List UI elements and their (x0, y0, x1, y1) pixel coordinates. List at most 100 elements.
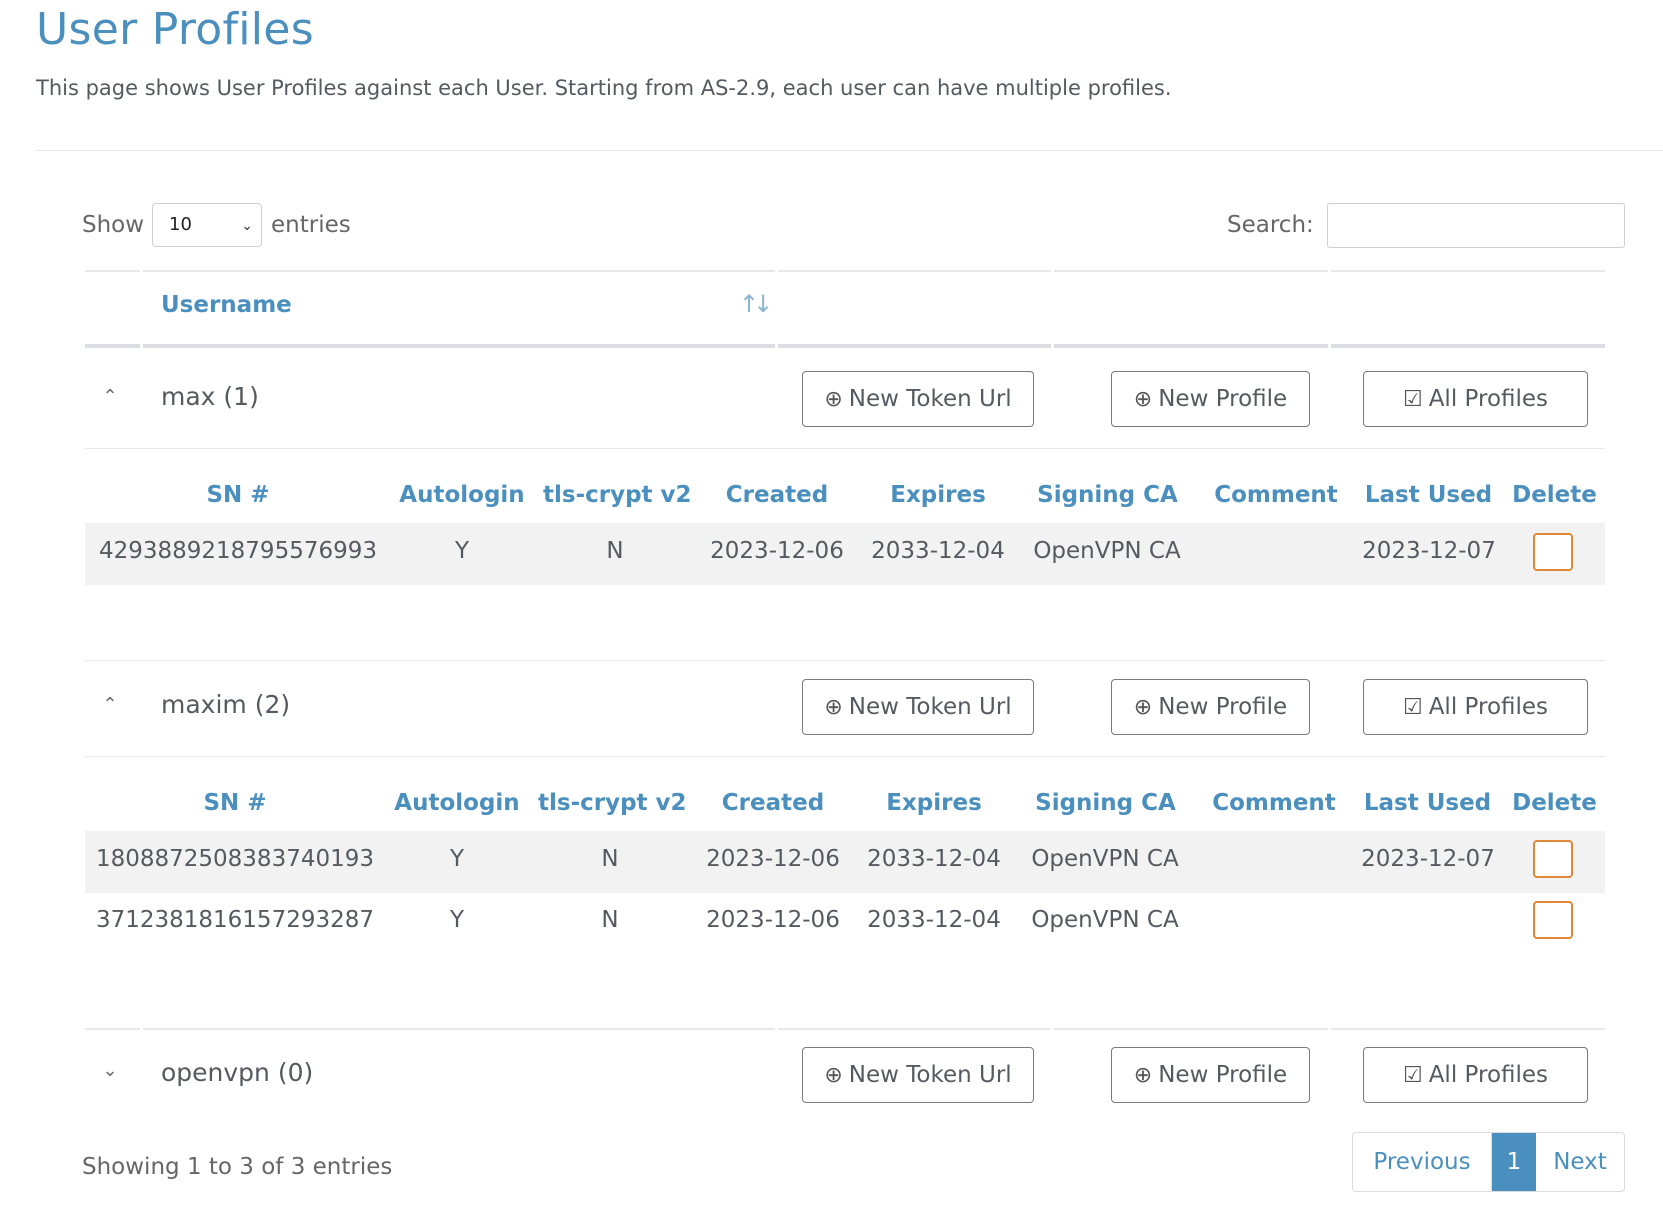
sort-icon[interactable]: ↑↓ (739, 290, 773, 318)
group-username: openvpn (0) (161, 1058, 314, 1087)
expires-cell: 2033-12-04 (867, 846, 1001, 872)
page-size-select[interactable]: 10 ⌄ (152, 203, 262, 247)
all-profiles-button[interactable]: ☑ All Profiles (1363, 679, 1588, 735)
row-divider (778, 1028, 1051, 1030)
caret-up-icon[interactable]: ⌃ (98, 386, 122, 407)
caret-down-icon[interactable]: ⌄ (98, 1060, 122, 1081)
last-used-cell: 2023-12-07 (1361, 846, 1495, 872)
row-divider (1331, 1028, 1605, 1030)
expires-cell: 2033-12-04 (867, 907, 1001, 933)
check-square-icon: ☑ (1402, 1062, 1423, 1088)
plus-circle-icon: ⊕ (1133, 1062, 1153, 1088)
delete-checkbox[interactable] (1533, 533, 1573, 571)
plus-circle-icon: ⊕ (824, 694, 843, 720)
sn-header: SN # (206, 482, 270, 508)
plus-circle-icon: ⊕ (824, 1062, 843, 1088)
caret-up-icon[interactable]: ⌃ (98, 694, 122, 715)
divider (36, 150, 1663, 151)
created-header: Created (725, 482, 829, 508)
expires-cell: 2033-12-04 (871, 538, 1005, 564)
check-square-icon: ☑ (1402, 694, 1423, 720)
last-used-header: Last Used (1364, 482, 1493, 508)
plus-circle-icon: ⊕ (824, 386, 843, 412)
all-profiles-button[interactable]: ☑ All Profiles (1363, 1047, 1588, 1103)
new-token-url-label: New Token Url (848, 1062, 1012, 1088)
delete-checkbox[interactable] (1533, 840, 1573, 878)
signing-ca-cell: OpenVPN CA (1033, 538, 1181, 564)
username-column-header[interactable]: Username (161, 292, 292, 318)
new-profile-button[interactable]: ⊕ New Profile (1111, 679, 1310, 735)
expires-header: Expires (890, 482, 986, 508)
row-divider (85, 756, 1605, 757)
sn-cell: 1808872508383740193 (95, 846, 375, 872)
header-bottom-border (1331, 344, 1605, 348)
sn-header: SN # (203, 790, 267, 816)
all-profiles-label: All Profiles (1428, 386, 1549, 412)
plus-circle-icon: ⊕ (1133, 386, 1153, 412)
autologin-cell: Y (449, 907, 465, 933)
new-profile-label: New Profile (1158, 386, 1288, 412)
plus-circle-icon: ⊕ (1133, 694, 1153, 720)
all-profiles-button[interactable]: ☑ All Profiles (1363, 371, 1588, 427)
row-divider (85, 660, 1605, 661)
new-profile-label: New Profile (1158, 1062, 1288, 1088)
group-username: maxim (2) (161, 690, 291, 719)
entries-label: entries (271, 212, 351, 238)
all-profiles-label: All Profiles (1428, 1062, 1549, 1088)
header-bottom-border (1054, 344, 1328, 348)
tls-crypt-header: tls-crypt v2 (543, 482, 692, 508)
signing-ca-header: Signing CA (1037, 482, 1178, 508)
sn-cell: 4293889218795576993 (98, 538, 378, 564)
row-divider (1054, 1028, 1328, 1030)
new-token-url-button[interactable]: ⊕ New Token Url (802, 679, 1034, 735)
tls-crypt-cell: N (601, 907, 619, 933)
all-profiles-label: All Profiles (1428, 694, 1549, 720)
new-profile-button[interactable]: ⊕ New Profile (1111, 371, 1310, 427)
new-profile-button[interactable]: ⊕ New Profile (1111, 1047, 1310, 1103)
new-token-url-label: New Token Url (848, 694, 1012, 720)
search-input[interactable] (1327, 203, 1625, 248)
autologin-header: Autologin (394, 790, 520, 816)
expires-header: Expires (886, 790, 982, 816)
search-label: Search: (1227, 212, 1314, 238)
signing-ca-cell: OpenVPN CA (1031, 907, 1179, 933)
sn-cell: 3712381816157293287 (95, 907, 375, 933)
new-token-url-button[interactable]: ⊕ New Token Url (802, 371, 1034, 427)
header-top-border (778, 270, 1051, 272)
header-bottom-border (85, 344, 140, 348)
header-top-border (1331, 270, 1605, 272)
delete-header: Delete (1512, 790, 1597, 816)
next-page-button[interactable]: Next (1536, 1133, 1624, 1191)
created-cell: 2023-12-06 (710, 538, 844, 564)
header-top-border (85, 270, 140, 272)
header-bottom-border (778, 344, 1051, 348)
new-profile-label: New Profile (1158, 694, 1288, 720)
tls-crypt-header: tls-crypt v2 (538, 790, 687, 816)
page-description: This page shows User Profiles against ea… (36, 76, 1172, 100)
delete-header: Delete (1512, 482, 1597, 508)
check-square-icon: ☑ (1402, 386, 1423, 412)
delete-checkbox[interactable] (1533, 901, 1573, 939)
previous-page-button[interactable]: Previous (1353, 1133, 1492, 1191)
signing-ca-header: Signing CA (1035, 790, 1176, 816)
page-title: User Profiles (36, 4, 314, 55)
last-used-cell: 2023-12-07 (1362, 538, 1496, 564)
show-label: Show (82, 212, 145, 238)
page-size-value: 10 (169, 214, 192, 235)
new-token-url-button[interactable]: ⊕ New Token Url (802, 1047, 1034, 1103)
last-used-header: Last Used (1363, 790, 1492, 816)
autologin-header: Autologin (399, 482, 525, 508)
page-1-button[interactable]: 1 (1492, 1133, 1536, 1191)
comment-header: Comment (1214, 482, 1338, 508)
group-username: max (1) (161, 382, 259, 411)
tls-crypt-cell: N (606, 538, 624, 564)
tls-crypt-cell: N (601, 846, 619, 872)
created-header: Created (721, 790, 825, 816)
autologin-cell: Y (449, 846, 465, 872)
chevron-down-icon: ⌄ (241, 218, 253, 234)
row-divider (85, 1028, 140, 1030)
header-top-border (1054, 270, 1328, 272)
created-cell: 2023-12-06 (706, 846, 840, 872)
header-bottom-border (143, 344, 775, 348)
autologin-cell: Y (454, 538, 470, 564)
